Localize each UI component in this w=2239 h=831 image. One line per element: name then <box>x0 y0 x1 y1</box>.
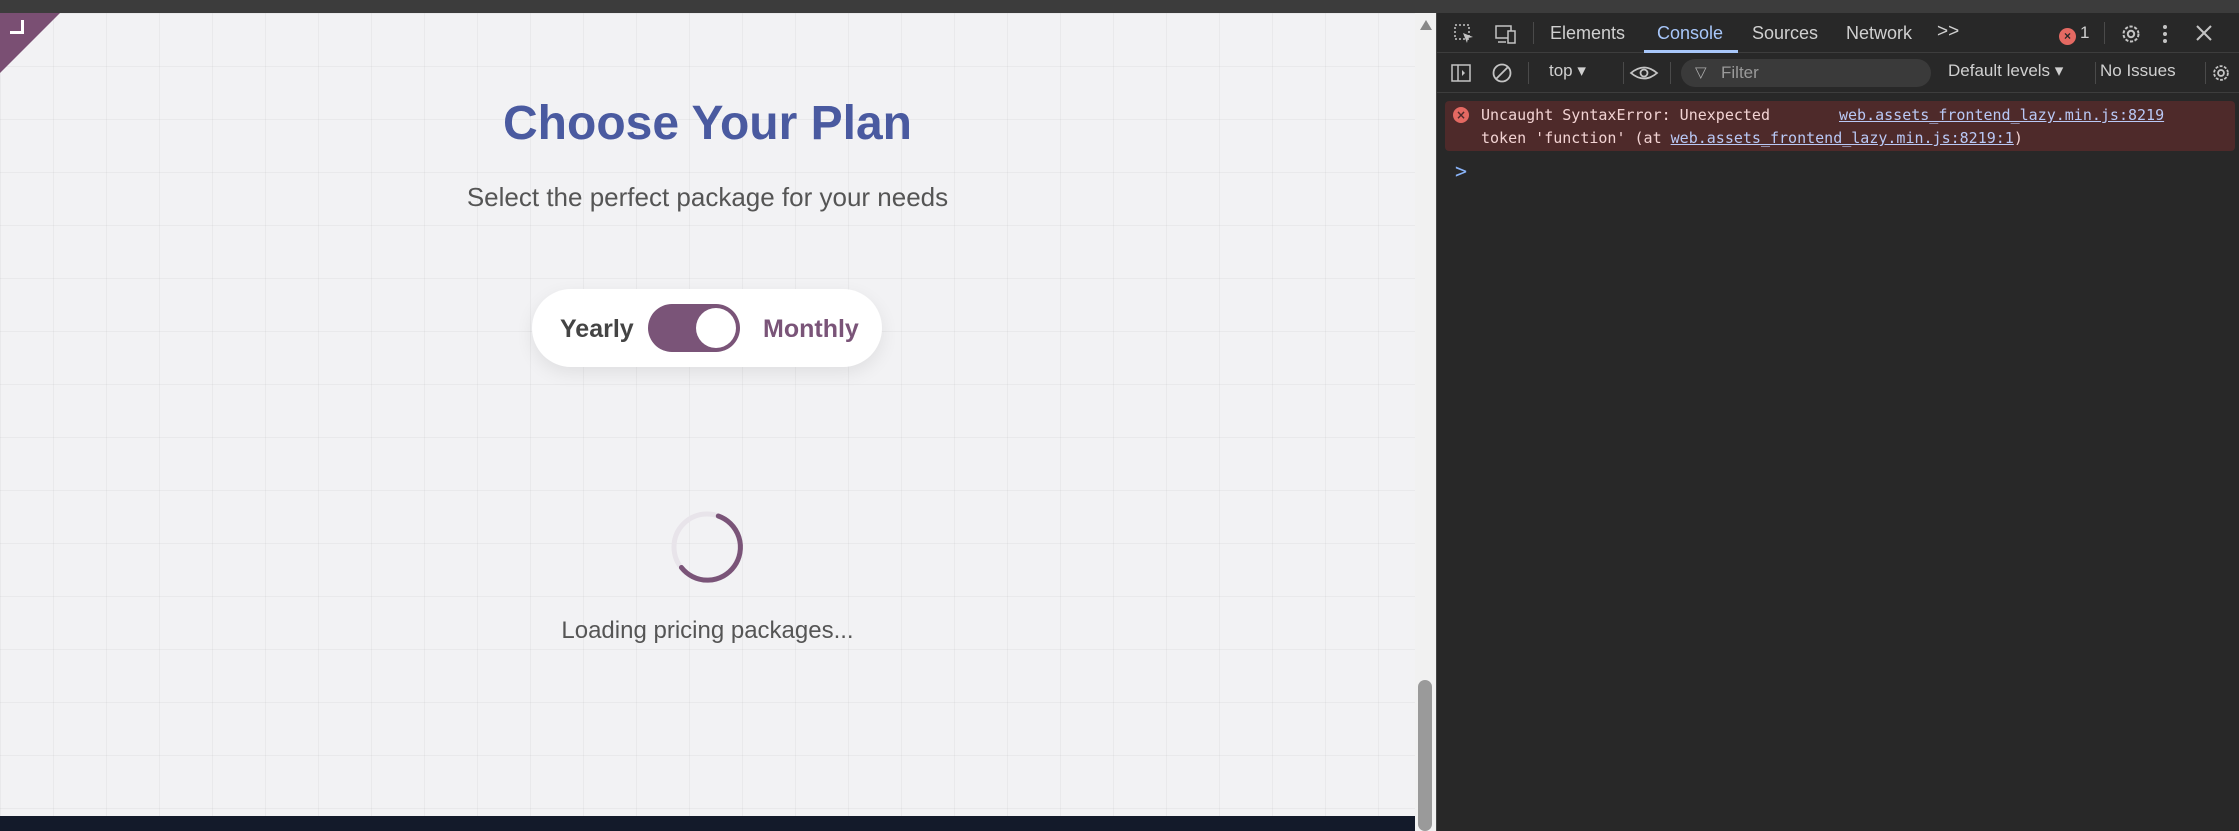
page-footer-strip <box>0 816 1415 831</box>
console-settings-gear-icon[interactable] <box>2210 62 2232 84</box>
corner-icon <box>10 20 24 34</box>
close-devtools-icon[interactable] <box>2195 24 2213 42</box>
toggle-label-yearly[interactable]: Yearly <box>560 315 634 344</box>
page-title: Choose Your Plan <box>503 97 912 150</box>
error-line2-suffix: ) <box>2013 129 2023 147</box>
settings-gear-icon[interactable] <box>2119 22 2143 46</box>
devtools-divider <box>2104 22 2105 44</box>
context-value: top <box>1549 61 1573 80</box>
devtools-divider <box>1623 62 1624 84</box>
console-toolbar: top ▾ ▽ Filter Default levels ▾ No Issue… <box>1437 53 2239 93</box>
device-toolbar-icon[interactable] <box>1494 23 1518 45</box>
console-error-message[interactable]: × Uncaught SyntaxError: Unexpected web.a… <box>1445 101 2235 151</box>
live-expression-eye-icon[interactable] <box>1629 62 1659 84</box>
tab-network[interactable]: Network <box>1846 23 1912 44</box>
error-text-line1: Uncaught SyntaxError: Unexpected <box>1481 106 1770 124</box>
billing-toggle-switch[interactable] <box>648 304 740 352</box>
kebab-menu-icon[interactable] <box>2159 23 2171 45</box>
error-icon: × <box>2059 28 2076 45</box>
devtools-divider <box>2095 62 2096 84</box>
corner-ribbon[interactable] <box>0 13 60 73</box>
devtools-divider <box>1533 22 1534 44</box>
devtools-divider <box>1528 62 1529 84</box>
sidebar-toggle-icon[interactable] <box>1450 62 1472 84</box>
error-location-link[interactable]: web.assets_frontend_lazy.min.js:8219:1 <box>1671 129 2014 147</box>
tab-sources[interactable]: Sources <box>1752 23 1818 44</box>
clear-console-icon[interactable] <box>1491 62 1513 84</box>
tab-elements[interactable]: Elements <box>1550 23 1625 44</box>
devtools-divider <box>1670 62 1671 84</box>
error-line2-prefix: token 'function' (at <box>1481 129 1671 147</box>
filter-placeholder: Filter <box>1721 63 1759 82</box>
error-circle-icon: × <box>1453 107 1469 123</box>
filter-funnel-icon: ▽ <box>1695 64 1707 81</box>
console-prompt-icon[interactable]: > <box>1455 159 1467 183</box>
log-levels-dropdown[interactable]: Default levels ▾ <box>1948 61 2063 81</box>
toggle-label-monthly[interactable]: Monthly <box>763 315 859 344</box>
page-scrollbar[interactable] <box>1415 13 1436 831</box>
levels-value: Default levels <box>1948 61 2051 80</box>
scroll-up-icon[interactable] <box>1420 20 1432 30</box>
loading-text: Loading pricing packages... <box>561 617 854 644</box>
error-text-line2: token 'function' (at web.assets_frontend… <box>1481 129 2023 147</box>
tab-console[interactable]: Console <box>1657 23 1723 44</box>
devtools-panel: Elements Console Sources Network >> × 1 t… <box>1436 13 2239 831</box>
context-selector[interactable]: top ▾ <box>1549 61 1586 81</box>
inspect-element-icon[interactable] <box>1453 23 1475 45</box>
devtools-divider <box>2205 62 2206 84</box>
error-source-link[interactable]: web.assets_frontend_lazy.min.js:8219 <box>1839 106 2164 124</box>
browser-top-strip <box>0 0 2239 13</box>
issues-counter[interactable]: No Issues <box>2100 61 2176 81</box>
error-count-badge[interactable]: × 1 <box>2059 23 2089 45</box>
loading-spinner-icon <box>671 511 743 583</box>
console-filter-input[interactable]: ▽ Filter <box>1681 59 1931 87</box>
devtools-tab-bar: Elements Console Sources Network >> × 1 <box>1437 13 2239 53</box>
scroll-thumb[interactable] <box>1418 680 1432 831</box>
error-count: 1 <box>2080 23 2090 42</box>
more-tabs-icon[interactable]: >> <box>1937 21 1959 43</box>
billing-toggle-container: Yearly Monthly <box>532 289 882 367</box>
toggle-knob <box>696 308 736 348</box>
page-subtitle: Select the perfect package for your need… <box>466 182 949 212</box>
